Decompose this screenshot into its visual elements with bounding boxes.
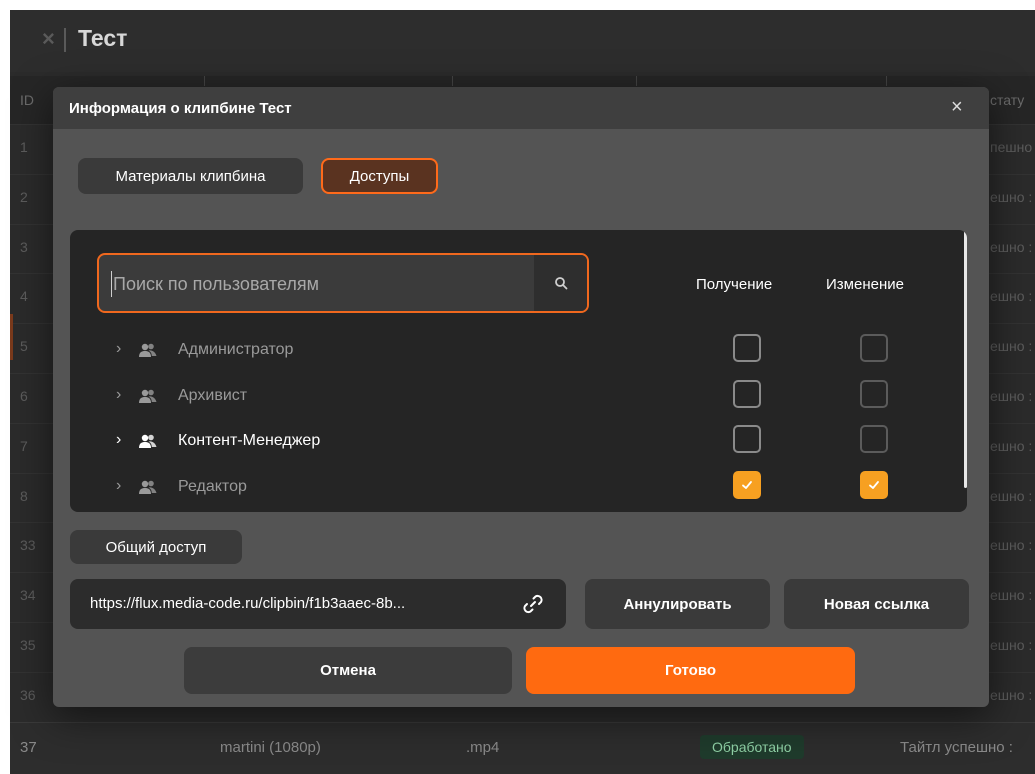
new-link-button[interactable]: Новая ссылка <box>784 579 969 629</box>
revoke-button[interactable]: Аннулировать <box>585 579 770 629</box>
row-id: 36 <box>20 686 36 703</box>
row-id: 8 <box>20 487 28 504</box>
group-row[interactable]: › Контент-Менеджер <box>70 421 950 465</box>
checkmark-icon <box>869 480 879 489</box>
row-status: ешно : <box>990 437 1033 454</box>
row-ext: .mp4 <box>466 739 500 756</box>
row-status: ешно : <box>990 587 1033 604</box>
row-id: 33 <box>20 537 36 554</box>
search-icon <box>554 277 567 290</box>
search-field <box>97 253 589 313</box>
text-caret <box>111 271 112 297</box>
row-status: Тайтл успешно : <box>900 739 1013 756</box>
permissions-panel: Получение Изменение › Администратор › Архив… <box>70 230 967 512</box>
tab-access[interactable]: Доступы <box>321 158 438 194</box>
table-row[interactable]: 37 martini (1080p) .mp4 Обработано Тайтл… <box>10 722 1035 774</box>
public-access-label: Общий доступ <box>70 530 242 564</box>
app-header: × Тест <box>10 10 1035 72</box>
row-status: ешно : <box>990 388 1033 404</box>
group-name: Контент-Менеджер <box>178 432 321 450</box>
page-title: Тест <box>78 25 128 51</box>
column-divider <box>636 76 637 86</box>
cancel-button[interactable]: Отмена <box>184 647 512 694</box>
column-divider <box>204 76 205 86</box>
row-status: ешно : <box>990 487 1033 504</box>
edit-checkbox[interactable] <box>860 334 888 362</box>
row-id: 6 <box>20 388 28 404</box>
row-status: ешно : <box>990 637 1033 653</box>
scrollbar[interactable] <box>964 230 967 488</box>
search-input[interactable] <box>111 257 535 311</box>
user-group-icon <box>138 433 158 449</box>
column-receive: Получение <box>696 276 773 293</box>
header-divider <box>64 28 66 52</box>
status-badge: Обработано <box>700 735 804 759</box>
row-status: ешно : <box>990 188 1033 205</box>
row-name: martini (1080p) <box>220 739 321 756</box>
chevron-right-icon[interactable]: › <box>116 477 121 495</box>
modal-header: Информация о клипбине Тест × <box>53 87 989 129</box>
row-status: ешно : <box>990 537 1033 554</box>
receive-checkbox[interactable] <box>733 334 761 362</box>
edit-checkbox[interactable] <box>860 425 888 454</box>
column-header-id[interactable]: ID <box>20 92 34 108</box>
row-id: 35 <box>20 637 36 653</box>
edit-checkbox[interactable] <box>860 470 888 499</box>
group-row[interactable]: › Администратор <box>70 330 950 374</box>
user-group-icon <box>138 479 158 495</box>
receive-checkbox[interactable] <box>733 470 761 499</box>
done-button[interactable]: Готово <box>526 647 855 694</box>
column-header-status[interactable]: стату <box>990 92 1024 108</box>
row-status: ешно : <box>990 338 1033 355</box>
row-id: 7 <box>20 437 28 454</box>
row-status: ешно : <box>990 238 1033 255</box>
share-link[interactable]: https://flux.media-code.ru/clipbin/f1b3a… <box>90 595 405 612</box>
row-status: ешно : <box>990 288 1033 305</box>
row-id: 3 <box>20 238 28 255</box>
user-group-icon <box>138 388 158 404</box>
column-divider <box>452 76 453 86</box>
close-icon[interactable]: × <box>951 96 963 119</box>
link-icon[interactable] <box>520 591 546 617</box>
group-row[interactable]: › Архивист <box>70 376 950 420</box>
row-highlight <box>10 314 13 360</box>
row-id: 34 <box>20 587 36 604</box>
chevron-right-icon[interactable]: › <box>116 431 121 449</box>
modal-title: Информация о клипбине Тест <box>69 100 292 117</box>
search-button[interactable] <box>534 255 587 311</box>
close-icon[interactable]: × <box>42 26 55 52</box>
group-name: Архивист <box>178 386 248 404</box>
chevron-right-icon[interactable]: › <box>116 340 121 358</box>
receive-checkbox[interactable] <box>733 379 761 408</box>
row-id: 1 <box>20 139 28 155</box>
row-id: 2 <box>20 188 28 205</box>
edit-checkbox[interactable] <box>860 379 888 408</box>
tab-materials[interactable]: Материалы клипбина <box>78 158 303 194</box>
checkmark-icon <box>742 480 752 489</box>
row-id: 37 <box>20 739 37 756</box>
user-group-icon <box>138 342 158 358</box>
column-edit: Изменение <box>826 276 904 293</box>
receive-checkbox[interactable] <box>733 425 761 454</box>
row-status: ешно : <box>990 686 1033 703</box>
share-link-field[interactable]: https://flux.media-code.ru/clipbin/f1b3a… <box>70 579 566 629</box>
row-id: 5 <box>20 338 28 355</box>
column-divider <box>886 76 887 86</box>
row-id: 4 <box>20 288 28 305</box>
chevron-right-icon[interactable]: › <box>116 386 121 404</box>
clipbin-info-modal: Информация о клипбине Тест × Материалы к… <box>53 87 989 707</box>
group-name: Редактор <box>178 477 247 495</box>
row-status: пешно : <box>990 139 1035 155</box>
group-row[interactable]: › Редактор <box>70 467 950 511</box>
group-name: Администратор <box>178 341 294 358</box>
